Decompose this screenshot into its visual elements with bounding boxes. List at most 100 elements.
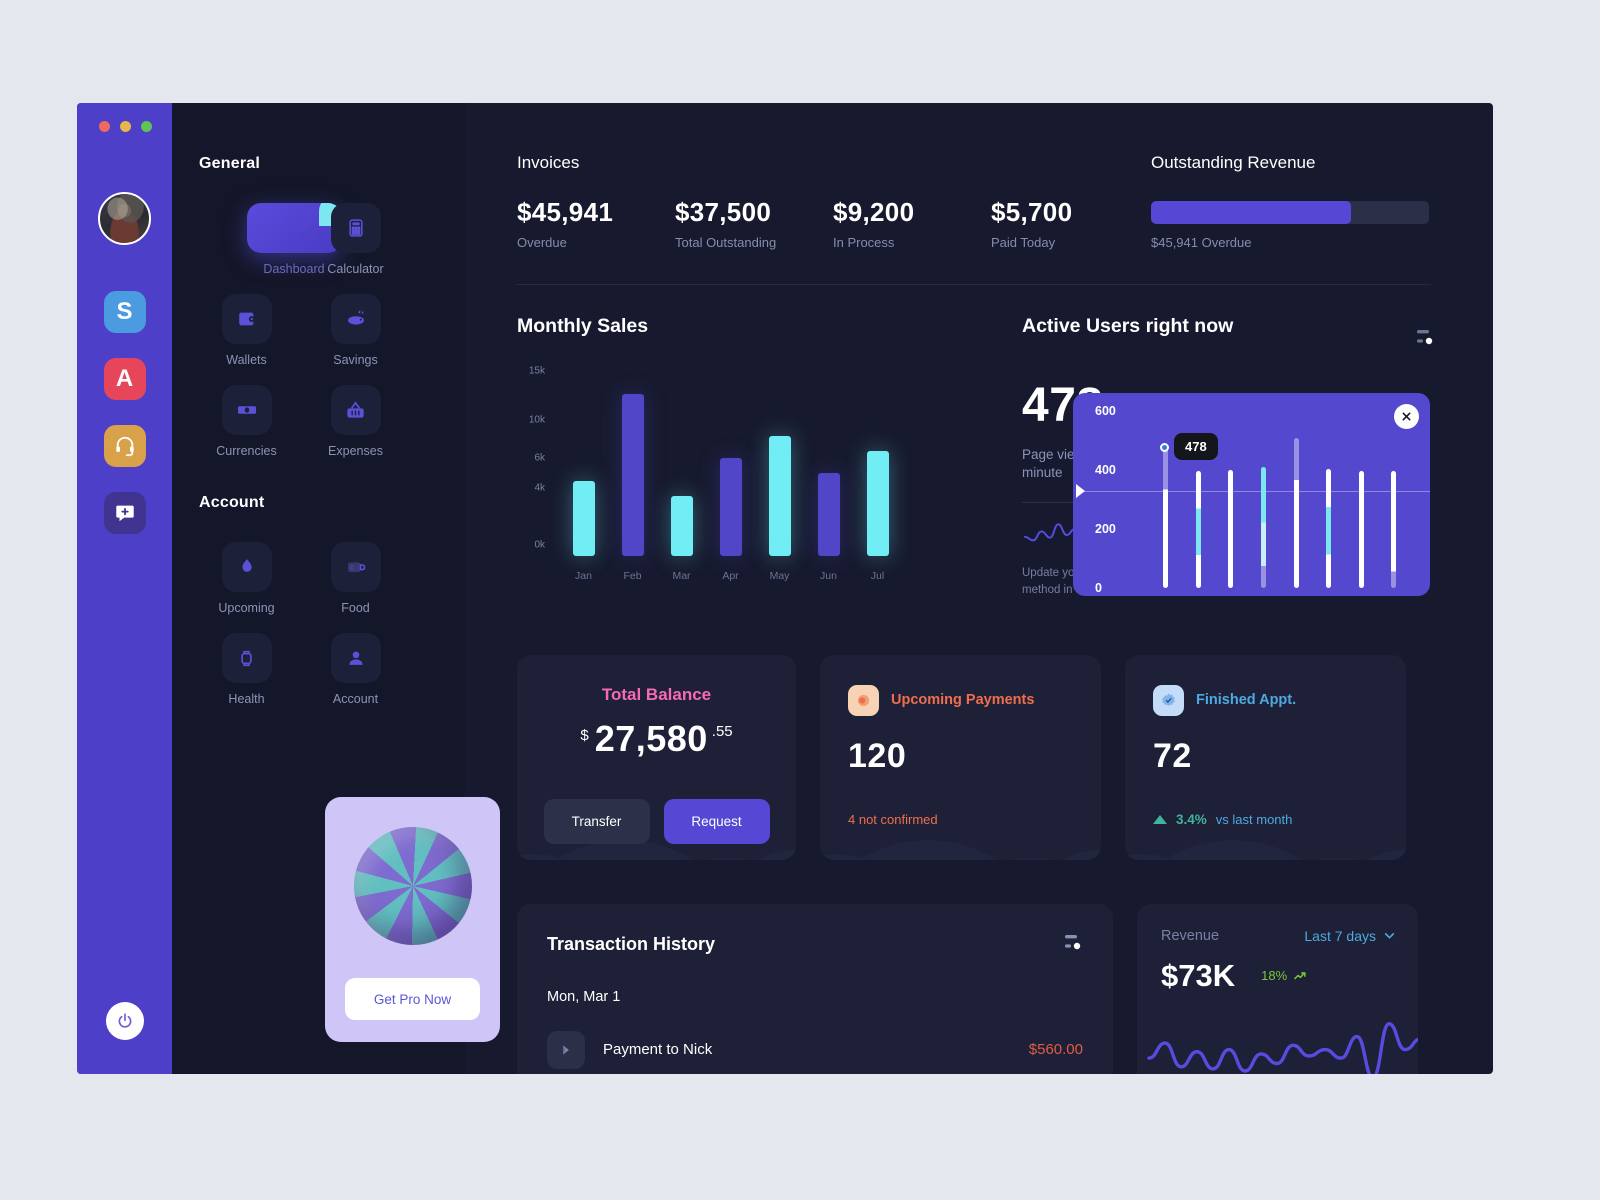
wallets-tile [221, 294, 272, 344]
finished-appointments-delta-row: 3.4% vs last month [1153, 812, 1378, 827]
bottom-row: Transaction History Mon, Mar 1 Payment t… [517, 903, 1431, 1074]
adobe-app-icon[interactable]: A [103, 358, 146, 400]
settings-sliders-icon [1065, 934, 1081, 949]
sidebar-item-expenses[interactable]: Expenses [301, 377, 410, 464]
currencies-tile [221, 385, 272, 435]
sidebar-item-account[interactable]: Account [301, 625, 410, 712]
revenue-delta: 18% [1261, 968, 1288, 984]
tooltip-anchor-dot [1160, 442, 1169, 452]
kpi-label: Paid Today [991, 235, 1056, 250]
kpi-label: Total Outstanding [675, 235, 777, 250]
bar-column[interactable] [559, 382, 608, 556]
sidebar-item-savings[interactable]: Savings [301, 286, 410, 373]
circle-dot-glyph [857, 694, 870, 706]
x-axis-tick: May [769, 570, 790, 582]
sidebar-item-wallets[interactable]: Wallets [192, 286, 301, 373]
transfer-button[interactable]: Transfer [543, 798, 650, 844]
finished-appointments-value: 72 [1153, 736, 1192, 775]
sidebar-item-dashboard[interactable]: Dashboard [192, 195, 342, 282]
monthly-sales-bars [559, 382, 927, 556]
outstanding-caption: $45,941 Overdue [1151, 235, 1252, 250]
transaction-date-group: Mon, Mar 1 [547, 988, 621, 1005]
bar[interactable] [1293, 437, 1299, 588]
bar-column[interactable] [706, 382, 755, 556]
upcoming-payments-value: 120 [848, 736, 907, 775]
active-users-menu-icon[interactable] [1409, 327, 1435, 347]
sidebar-item-food[interactable]: c Food [301, 534, 410, 621]
bar-column[interactable] [804, 382, 853, 556]
balance-integer: 27,580 [594, 717, 708, 759]
health-tile [221, 633, 272, 683]
send-icon [547, 1030, 585, 1069]
svg-text:c: c [350, 565, 354, 572]
savings-tile [330, 294, 381, 344]
bar[interactable] [1358, 471, 1364, 588]
bar[interactable] [1228, 470, 1234, 588]
calculator-tile [330, 203, 381, 253]
close-window-button[interactable] [99, 121, 110, 132]
skype-app-icon[interactable]: S [103, 291, 146, 333]
badge-check-icon [1153, 684, 1184, 716]
bar-column[interactable] [853, 382, 902, 556]
monthly-sales-y-axis: 0k 4k 6k 10k 15k [517, 366, 551, 556]
avatar[interactable] [98, 192, 151, 245]
x-axis-tick: Feb [623, 570, 642, 582]
outstanding-revenue-title: Outstanding Revenue [1151, 153, 1316, 172]
expenses-tile [330, 385, 381, 435]
support-app-icon[interactable] [103, 425, 146, 467]
power-button[interactable] [105, 1002, 144, 1040]
bar-column[interactable] [755, 382, 804, 556]
bar-column[interactable] [608, 382, 657, 556]
sidebar-item-currencies[interactable]: Currencies [192, 377, 301, 464]
request-button[interactable]: Request [663, 798, 770, 844]
transaction-history-menu-icon[interactable] [1057, 932, 1083, 957]
adobe-app-glyph: A [115, 365, 134, 392]
kpi-overdue: $45,941 Overdue [517, 197, 675, 250]
sidebar-item-health[interactable]: Health [192, 625, 301, 712]
trend-up-icon [1153, 814, 1167, 824]
power-icon [118, 1013, 131, 1028]
sidebar-item-upcoming[interactable]: Upcoming [192, 534, 301, 621]
flame-icon [241, 559, 252, 572]
y-axis-tick: 4k [534, 482, 545, 494]
bar [670, 495, 693, 556]
active-users-tooltip: 478 [1174, 432, 1218, 460]
dashboard-tile [246, 203, 342, 253]
active-users-chart-panel: 0 200 400 600 478 [1073, 393, 1430, 596]
y-axis-tick: 200 [1095, 522, 1116, 536]
settings-sliders-icon [1417, 330, 1433, 345]
transaction-history-card: Transaction History Mon, Mar 1 Payment t… [517, 903, 1113, 1074]
transaction-name: Payment to Nick [603, 1041, 713, 1059]
bar-column[interactable] [657, 382, 706, 556]
monthly-sales-plot: 0k 4k 6k 10k 15k Jan Feb Mar Apr May Jun Jul [517, 366, 927, 582]
table-row[interactable]: Payment to Nick $560.00 [547, 1030, 1083, 1069]
bar[interactable] [1195, 471, 1201, 588]
revenue-period-selector[interactable]: Last 7 days [1304, 928, 1396, 944]
y-axis-tick: 0k [534, 539, 545, 551]
maximize-window-button[interactable] [141, 121, 152, 132]
bar [866, 450, 889, 556]
total-balance-amount: $ 27,580 .55 [517, 717, 796, 759]
bar[interactable] [1326, 468, 1332, 588]
revenue-header: Revenue Last 7 days [1161, 928, 1418, 944]
finished-appointments-title: Finished Appt. [1196, 692, 1297, 709]
balance-decimal: .55 [711, 722, 733, 740]
wallet-icon [238, 312, 255, 326]
chat-app-icon[interactable] [103, 492, 146, 534]
y-axis-tick: 0 [1095, 581, 1102, 595]
balance-actions: Transfer Request [517, 798, 796, 844]
section-divider [517, 284, 1431, 285]
stat-cards-row: Total Balance $ 27,580 .55 Transfer Requ… [517, 654, 1431, 860]
sidebar-item-label: Currencies [216, 444, 277, 458]
bar [768, 435, 791, 556]
piggy-bank-icon [347, 310, 364, 325]
get-pro-now-button[interactable]: Get Pro Now [345, 978, 480, 1020]
minimize-window-button[interactable] [120, 121, 131, 132]
bar[interactable] [1163, 447, 1168, 588]
calculator-icon [348, 219, 363, 237]
basket-icon [347, 400, 364, 418]
bar[interactable] [1260, 467, 1266, 588]
revenue-label: Revenue [1161, 927, 1220, 944]
bar[interactable] [1391, 471, 1397, 588]
sidebar-item-label: Savings [333, 353, 378, 367]
